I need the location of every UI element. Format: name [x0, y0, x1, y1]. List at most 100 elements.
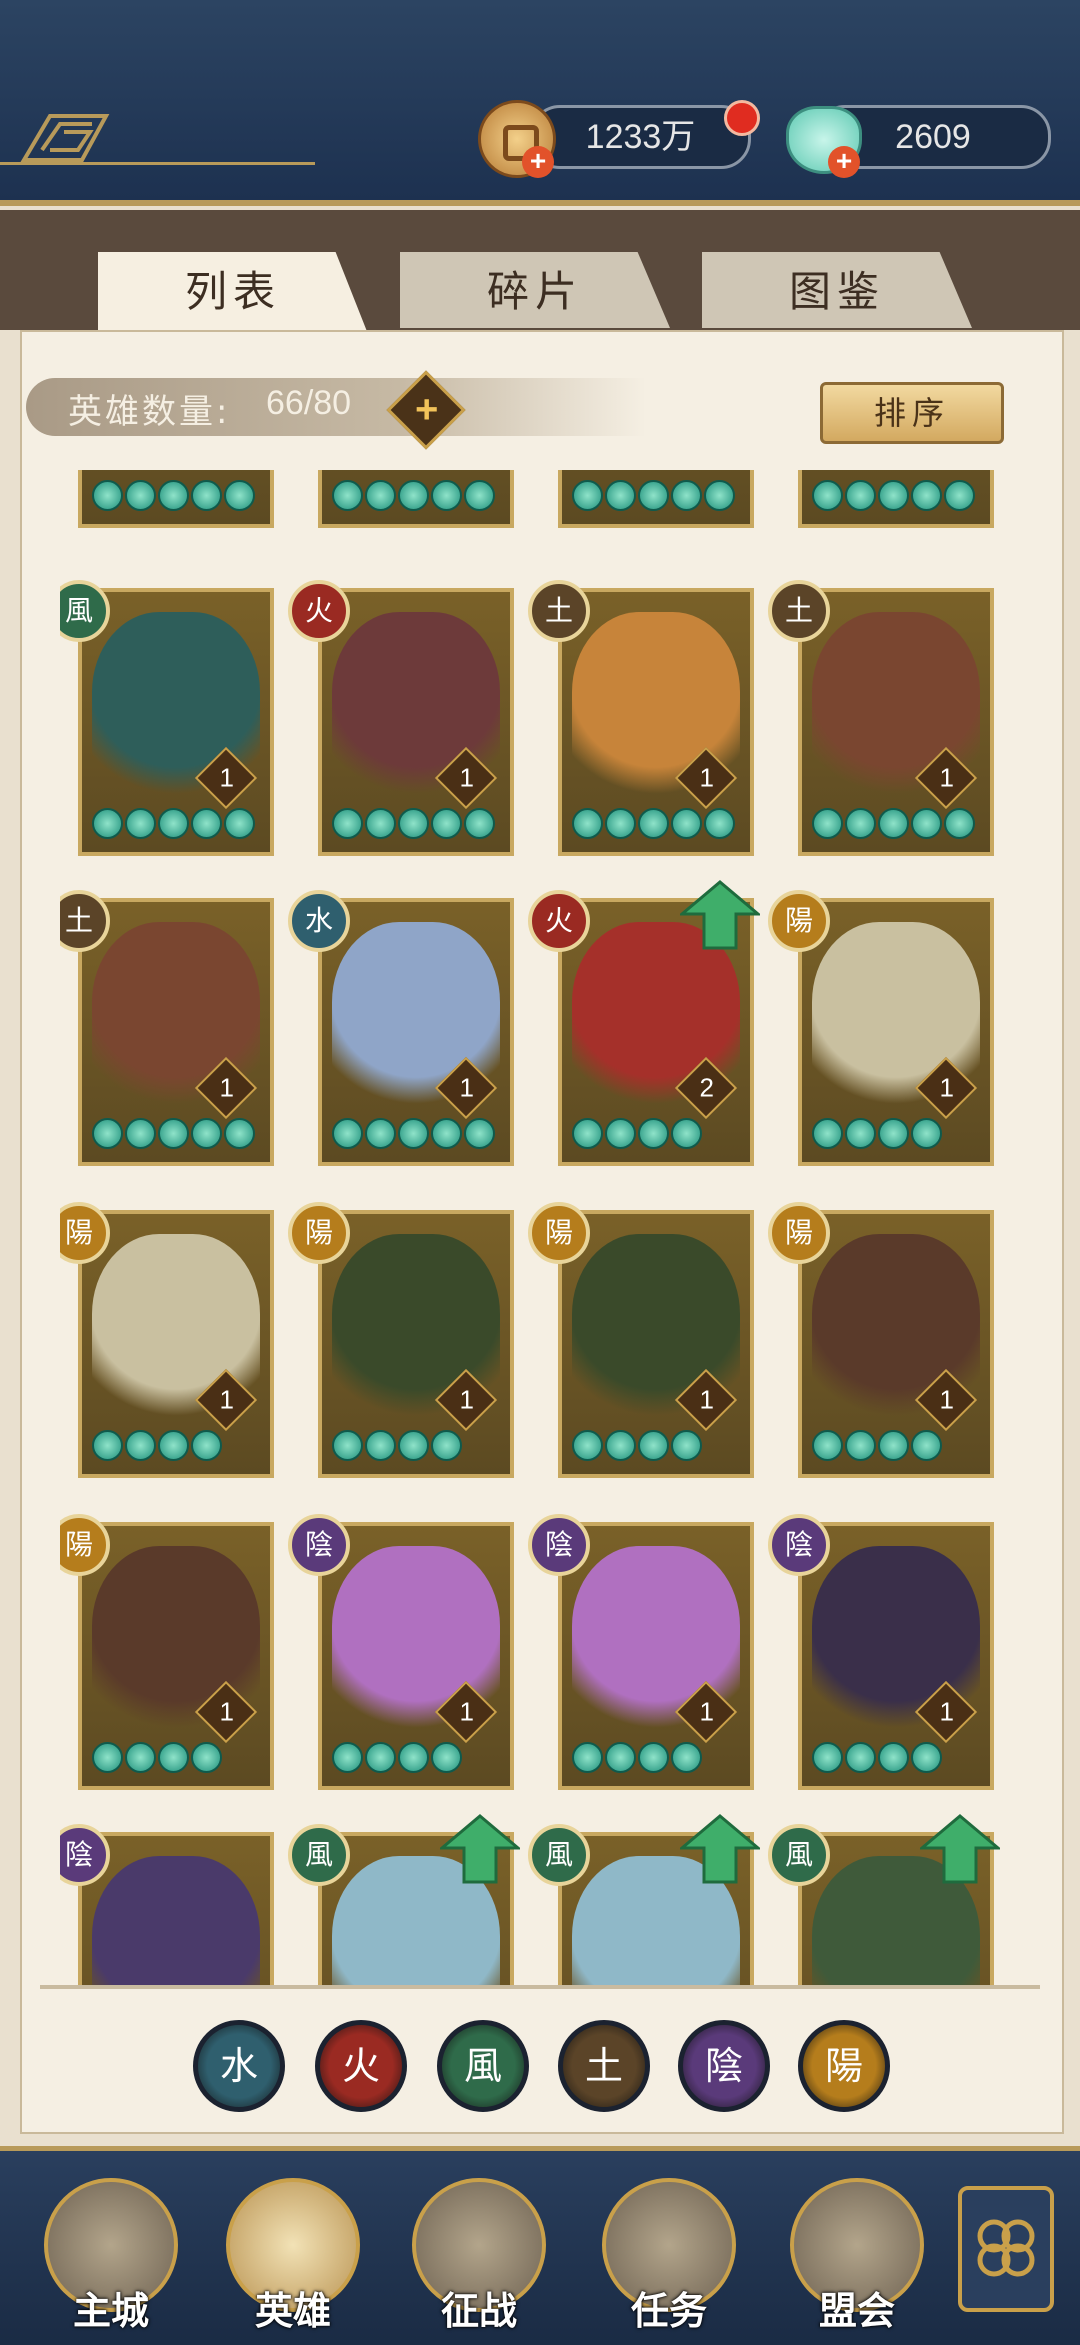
hero-level: 1 — [699, 762, 714, 793]
filter-yin-button[interactable]: 陰 — [678, 2020, 770, 2112]
hero-card[interactable]: 1 — [78, 588, 274, 856]
hero-star-rating — [572, 1742, 702, 1776]
hero-star-rating — [812, 1118, 942, 1152]
element-wind-icon: 風 — [288, 1824, 350, 1886]
nav-alliance-pavilion[interactable]: 盟会 — [782, 2168, 932, 2333]
hero-grid[interactable]: 1風1火1土1土1土1水2火1陽1陽1陽1陽1陽1陽1陰1陰1陰陰風風風 — [60, 470, 1020, 1985]
hero-portrait — [92, 1856, 260, 1985]
hero-star-rating — [92, 1430, 222, 1464]
jade-star-icon — [191, 808, 222, 839]
hero-card[interactable]: 1 — [798, 898, 994, 1166]
jade-star-icon — [671, 1118, 702, 1149]
hero-card[interactable]: 1 — [318, 1522, 514, 1790]
hero-card[interactable]: 1 — [798, 588, 994, 856]
hero-card[interactable]: 1 — [318, 1210, 514, 1478]
hero-count-value: 66/80 — [266, 384, 352, 422]
jade-star-icon — [638, 1742, 669, 1773]
coins-value: 1233万 — [585, 118, 696, 156]
jade-star-icon — [671, 480, 702, 511]
jade-star-icon — [398, 1742, 429, 1773]
element-yin-icon: 陰 — [528, 1514, 590, 1576]
filter-wind-button[interactable]: 風 — [437, 2020, 529, 2112]
hero-card[interactable]: 1 — [558, 1522, 754, 1790]
hero-card[interactable]: 1 — [558, 1210, 754, 1478]
jade-star-icon — [365, 808, 396, 839]
element-yang-icon: 陽 — [528, 1202, 590, 1264]
jade-star-icon — [671, 1742, 702, 1773]
jade-star-icon — [464, 808, 495, 839]
filter-fire-button[interactable]: 火 — [315, 2020, 407, 2112]
jade-star-icon — [365, 1430, 396, 1461]
nav-label: 任务 — [630, 2289, 707, 2333]
element-yin-icon: 陰 — [768, 1514, 830, 1576]
hero-star-rating — [332, 1742, 462, 1776]
nav-hero-portrait[interactable]: 英雄 — [218, 2168, 368, 2333]
hero-card[interactable]: 1 — [318, 588, 514, 856]
jade-star-icon — [92, 480, 123, 511]
hero-card[interactable]: 1 — [798, 1210, 994, 1478]
hero-star-rating — [332, 480, 495, 514]
add-coins-button[interactable]: + — [522, 146, 554, 178]
hero-star-rating — [92, 1118, 255, 1152]
jade-star-icon — [671, 1430, 702, 1461]
jade-star-icon — [365, 1118, 396, 1149]
hero-star-rating — [812, 1430, 942, 1464]
jade-star-icon — [431, 808, 462, 839]
more-menu-button[interactable] — [958, 2186, 1054, 2312]
jade-star-icon — [944, 480, 975, 511]
header-divider — [0, 162, 315, 165]
hero-card[interactable]: 1 — [78, 898, 274, 1166]
jade-star-icon — [572, 808, 603, 839]
hero-star-rating — [812, 808, 975, 842]
jade-star-icon — [332, 1742, 363, 1773]
hero-level: 1 — [459, 762, 474, 793]
jade-star-icon — [365, 1742, 396, 1773]
hero-card[interactable]: 1 — [318, 898, 514, 1166]
hero-card[interactable]: 1 — [78, 1210, 274, 1478]
filter-earth-button[interactable]: 土 — [558, 2020, 650, 2112]
jade-star-icon — [878, 1118, 909, 1149]
hero-card[interactable]: 1 — [558, 588, 754, 856]
tab-shards[interactable]: 碎片 — [400, 252, 670, 328]
hero-star-rating — [332, 1430, 462, 1464]
hero-card[interactable] — [558, 470, 754, 528]
nav-label: 主城 — [72, 2289, 149, 2333]
nav-castle[interactable]: 主城 — [36, 2168, 186, 2333]
jade-star-icon — [224, 480, 255, 511]
hero-card[interactable]: 1 — [78, 1522, 274, 1790]
hero-card[interactable] — [318, 470, 514, 528]
coins-display: 1233万 — [530, 105, 751, 169]
hero-card[interactable] — [78, 470, 274, 528]
tab-codex[interactable]: 图鉴 — [702, 252, 972, 328]
add-gems-button[interactable]: + — [828, 146, 860, 178]
jade-star-icon — [365, 480, 396, 511]
jade-star-icon — [704, 808, 735, 839]
element-yang-icon: 陽 — [288, 1202, 350, 1264]
hero-card[interactable]: 1 — [798, 1522, 994, 1790]
jade-star-icon — [332, 480, 363, 511]
jade-star-icon — [224, 1118, 255, 1149]
jade-star-icon — [158, 1430, 189, 1461]
hero-count-label: 英雄数量: — [68, 392, 231, 432]
jade-star-icon — [845, 1118, 876, 1149]
jade-star-icon — [638, 1430, 669, 1461]
jade-star-icon — [638, 480, 669, 511]
nav-battle-drum[interactable]: 征战 — [404, 2168, 554, 2333]
hero-level: 2 — [699, 1072, 714, 1103]
jade-star-icon — [158, 480, 189, 511]
jade-star-icon — [944, 808, 975, 839]
nav-scroll-task[interactable]: 任务 — [594, 2168, 744, 2333]
hero-card[interactable] — [798, 470, 994, 528]
hero-level: 1 — [939, 762, 954, 793]
filter-water-button[interactable]: 水 — [193, 2020, 285, 2112]
jade-star-icon — [605, 1742, 636, 1773]
jade-star-icon — [572, 1430, 603, 1461]
tab-list[interactable]: 列表 — [98, 252, 368, 334]
jade-star-icon — [398, 480, 429, 511]
jade-star-icon — [605, 1118, 636, 1149]
jade-star-icon — [812, 1430, 843, 1461]
filter-yang-button[interactable]: 陽 — [798, 2020, 890, 2112]
element-fire-icon: 火 — [288, 580, 350, 642]
jade-star-icon — [431, 1118, 462, 1149]
sort-button[interactable]: 排序 — [820, 382, 1004, 444]
